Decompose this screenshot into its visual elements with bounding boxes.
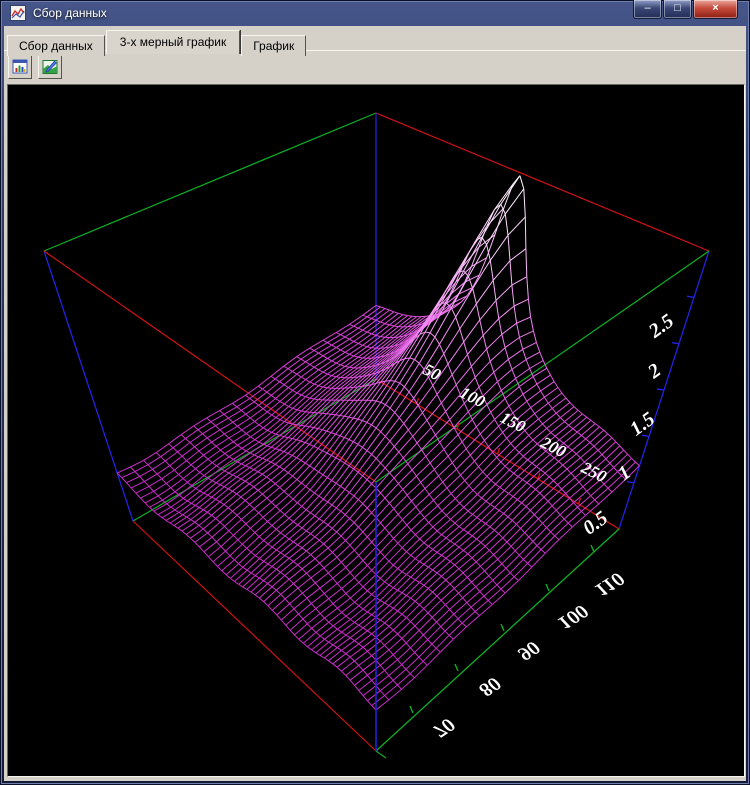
bar-chart-icon — [12, 59, 28, 75]
close-button[interactable]: × — [693, 0, 738, 19]
chart-view-button[interactable] — [8, 55, 32, 79]
y-axis-tick-label: 80 — [475, 672, 504, 701]
x-axis-tick-label: 200 — [537, 432, 570, 461]
x-axis-tick-label: 50 — [420, 360, 444, 385]
app-icon — [10, 5, 26, 21]
toolbar — [8, 55, 62, 79]
window-controls: – □ × — [633, 0, 738, 19]
tab-bar: Сбор данных 3-х мерный график График — [7, 30, 307, 54]
app-window: Сбор данных – □ × Сбор данных 3-х мерный… — [0, 0, 750, 785]
z-axis-tick-label: 0.5 — [579, 507, 612, 539]
tab-graph[interactable]: График — [241, 35, 306, 56]
window-title: Сбор данных — [33, 6, 107, 20]
z-axis-tick-label: 2.5 — [644, 310, 678, 343]
image-edit-button[interactable] — [38, 55, 62, 79]
z-axis-tick-label: 1.5 — [626, 408, 659, 440]
x-axis-tick-label: 250 — [577, 457, 610, 486]
tab-3d-graph[interactable]: 3-х мерный график — [106, 30, 240, 54]
maximize-button[interactable]: □ — [663, 0, 692, 19]
client-area: Сбор данных 3-х мерный график График — [4, 26, 746, 781]
plot-area: 501001502002500.511.522.5708090100110 — [7, 84, 745, 777]
surface-3d-plot: 501001502002500.511.522.5708090100110 — [8, 85, 744, 776]
y-axis-tick-label: 90 — [514, 636, 543, 665]
picture-pencil-icon — [42, 59, 58, 75]
tab-data-collection[interactable]: Сбор данных — [7, 35, 105, 56]
y-axis-tick-label: 100 — [554, 599, 591, 634]
z-axis-tick-label: 2 — [643, 359, 665, 383]
title-bar[interactable]: Сбор данных – □ × — [0, 0, 750, 26]
y-axis-tick-label: 70 — [429, 713, 458, 742]
y-axis-tick-label: 110 — [591, 567, 627, 601]
minimize-button[interactable]: – — [633, 0, 662, 19]
